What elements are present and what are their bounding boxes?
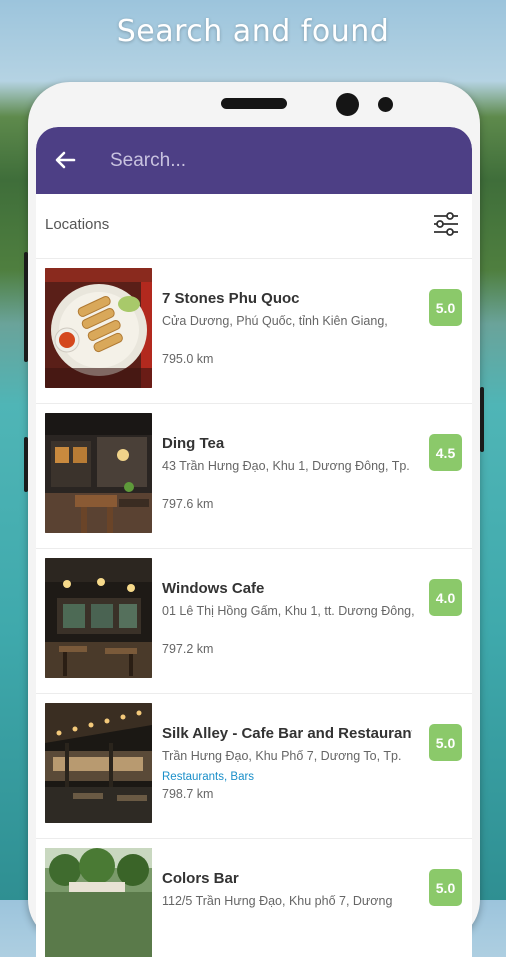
location-address: Trần Hưng Đạo, Khu Phố 7, Dương To, Tp. xyxy=(162,749,402,763)
location-item[interactable]: Windows Cafe 01 Lê Thị Hồng Gấm, Khu 1, … xyxy=(36,548,472,693)
phone-frame: Locations xyxy=(24,82,484,957)
location-address: Cửa Dương, Phú Quốc, tỉnh Kiên Giang, xyxy=(162,314,388,328)
location-photo xyxy=(45,558,152,678)
location-name: Windows Cafe xyxy=(162,580,265,597)
location-address: 43 Trần Hưng Đạo, Khu 1, Dương Đông, Tp. xyxy=(162,459,410,473)
location-item[interactable]: 7 Stones Phu Quoc Cửa Dương, Phú Quốc, t… xyxy=(36,258,472,403)
location-photo xyxy=(45,848,152,957)
location-address: 01 Lê Thị Hồng Gấm, Khu 1, tt. Dương Đôn… xyxy=(162,604,415,618)
phone-sensor xyxy=(378,97,393,112)
location-distance: 798.7 km xyxy=(162,787,214,801)
location-name: Silk Alley - Cafe Bar and Restaurant xyxy=(162,725,412,742)
phone-power-button xyxy=(480,387,484,452)
location-name: Colors Bar xyxy=(162,870,239,887)
location-photo xyxy=(45,703,152,823)
location-distance: 795.0 km xyxy=(162,352,214,366)
location-item[interactable]: Silk Alley - Cafe Bar and Restaurant Trầ… xyxy=(36,693,472,838)
location-distance: 797.2 km xyxy=(162,642,214,656)
location-photo xyxy=(45,413,152,533)
location-distance: 797.6 km xyxy=(162,497,214,511)
phone-volume-button xyxy=(24,252,28,362)
phone-speaker xyxy=(221,98,287,109)
rating-badge: 5.0 xyxy=(429,289,462,326)
hero-title: Search and found xyxy=(116,14,390,49)
rating-badge: 5.0 xyxy=(429,869,462,906)
locations-list: 7 Stones Phu Quoc Cửa Dương, Phú Quốc, t… xyxy=(36,258,472,957)
location-name: Ding Tea xyxy=(162,435,225,452)
section-label: Locations xyxy=(45,216,110,233)
phone-side-button xyxy=(24,437,28,492)
locations-header: Locations xyxy=(36,194,472,258)
sliders-icon xyxy=(434,212,458,236)
location-tags-link[interactable]: Restaurants, Bars xyxy=(162,771,254,783)
phone-camera xyxy=(336,93,359,116)
location-item[interactable]: Ding Tea 43 Trần Hưng Đạo, Khu 1, Dương … xyxy=(36,403,472,548)
location-photo xyxy=(45,268,152,388)
location-address: 112/5 Trần Hưng Đạo, Khu phố 7, Dương xyxy=(162,894,393,908)
rating-badge: 4.0 xyxy=(429,579,462,616)
arrow-left-icon xyxy=(55,151,76,169)
rating-badge: 4.5 xyxy=(429,434,462,471)
location-name: 7 Stones Phu Quoc xyxy=(162,290,300,307)
back-button[interactable] xyxy=(50,145,80,175)
rating-badge: 5.0 xyxy=(429,724,462,761)
search-app-bar xyxy=(36,127,472,194)
filter-button[interactable] xyxy=(431,209,461,239)
app-screen: Locations xyxy=(36,127,472,957)
search-input[interactable] xyxy=(108,145,442,177)
location-item[interactable]: Colors Bar 112/5 Trần Hưng Đạo, Khu phố … xyxy=(36,838,472,957)
